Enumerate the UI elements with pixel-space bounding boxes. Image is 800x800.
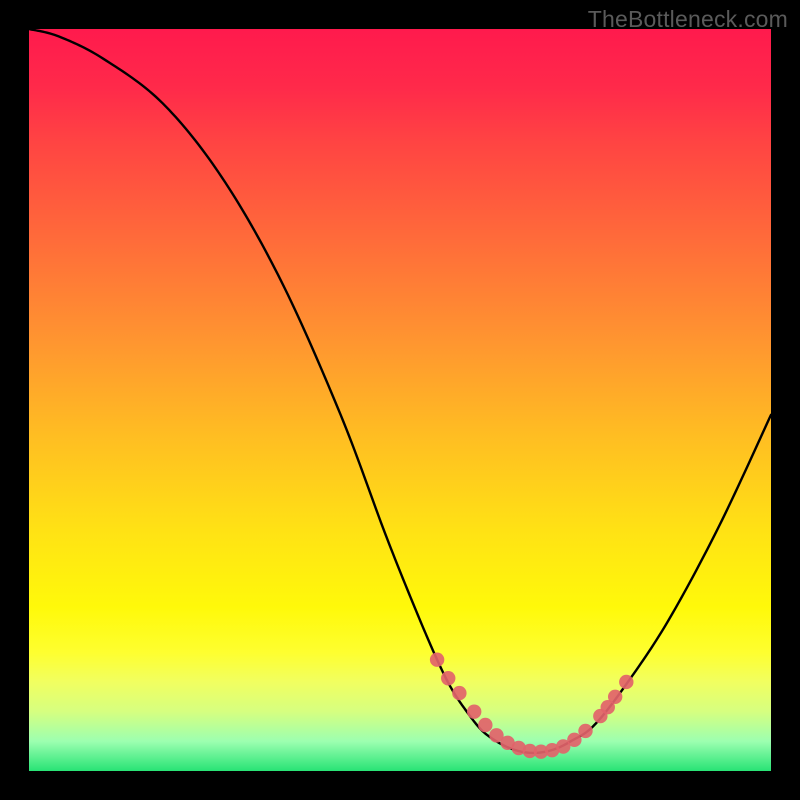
curve-path [29,29,771,753]
bottleneck-curve [29,29,771,753]
marker-point [467,704,481,718]
marker-point [478,718,492,732]
marker-point [608,690,622,704]
watermark-text: TheBottleneck.com [588,6,788,33]
plot-area [29,29,771,771]
marker-point [441,671,455,685]
marker-point [430,653,444,667]
marker-point [578,724,592,738]
chart-frame: TheBottleneck.com [0,0,800,800]
marker-point [619,675,633,689]
marker-point [452,686,466,700]
highlighted-points [430,653,634,759]
marker-point [567,733,581,747]
chart-svg [29,29,771,771]
